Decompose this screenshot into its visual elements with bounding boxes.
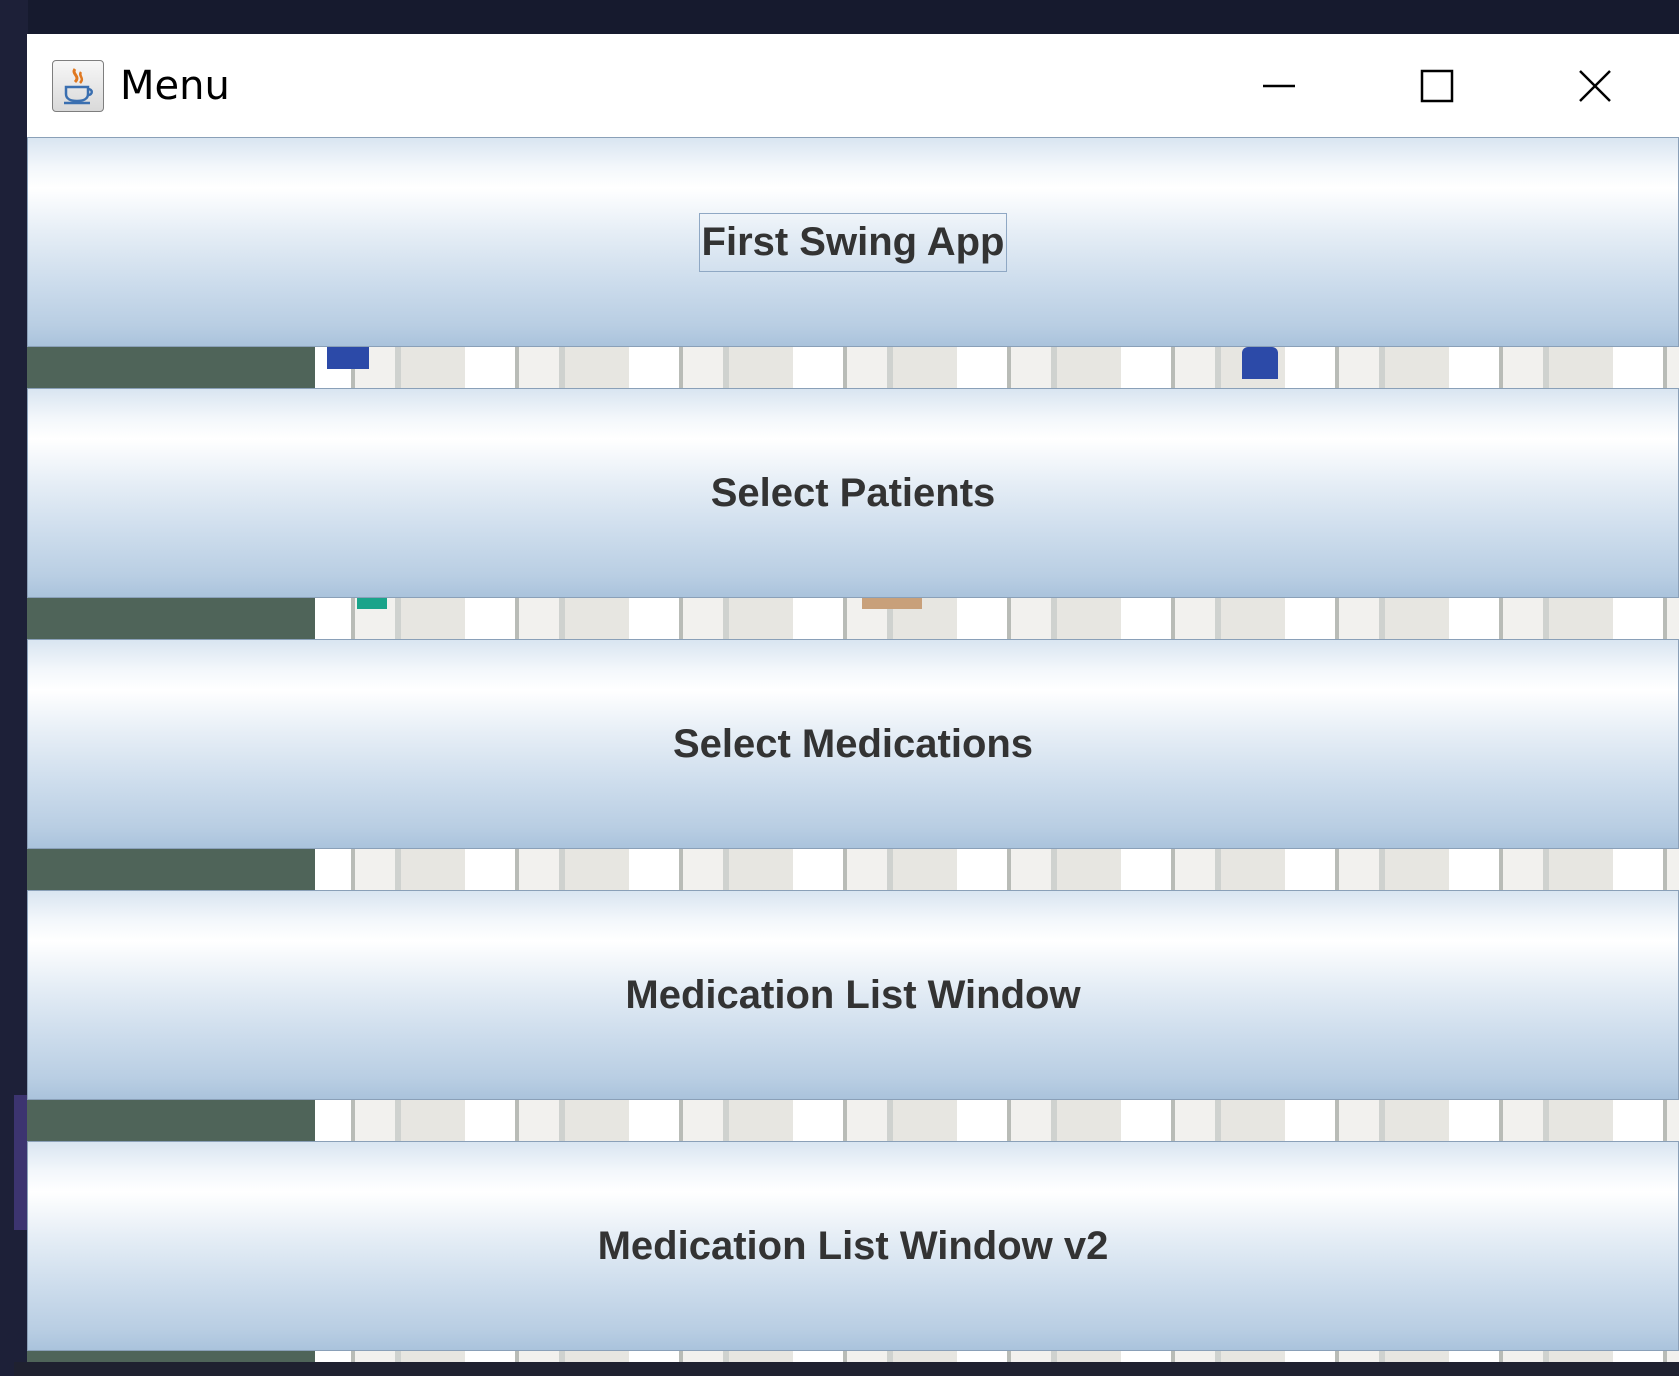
minimize-button[interactable] (1204, 34, 1354, 137)
desktop-bottom-edge (14, 1362, 1679, 1376)
shelf-bottle-decoration (1242, 347, 1278, 379)
button-label: Select Medications (672, 721, 1034, 766)
desktop-edge-accent (14, 1095, 28, 1230)
button-label: Medication List Window v2 (597, 1223, 1109, 1268)
minimize-icon (1263, 84, 1295, 87)
button-label: Select Patients (710, 470, 996, 515)
window-title: Menu (120, 62, 230, 109)
select-medications-button[interactable]: Select Medications (27, 639, 1679, 849)
button-panel-background: First Swing App Select Patients Select M… (27, 137, 1679, 1362)
java-coffee-cup-icon[interactable] (52, 59, 104, 112)
button-label: Medication List Window (625, 972, 1081, 1017)
title-bar[interactable]: Menu (27, 34, 1679, 137)
button-label: First Swing App (698, 212, 1008, 272)
maximize-button[interactable] (1362, 34, 1512, 137)
menu-window: Menu First Swing App Select Patients Sel… (27, 34, 1679, 1362)
close-icon (1579, 69, 1611, 102)
medication-list-window-button[interactable]: Medication List Window (27, 890, 1679, 1100)
maximize-icon (1420, 69, 1454, 102)
close-button[interactable] (1520, 34, 1670, 137)
medication-list-window-v2-button[interactable]: Medication List Window v2 (27, 1141, 1679, 1351)
first-swing-app-button[interactable]: First Swing App (27, 137, 1679, 347)
select-patients-button[interactable]: Select Patients (27, 388, 1679, 598)
